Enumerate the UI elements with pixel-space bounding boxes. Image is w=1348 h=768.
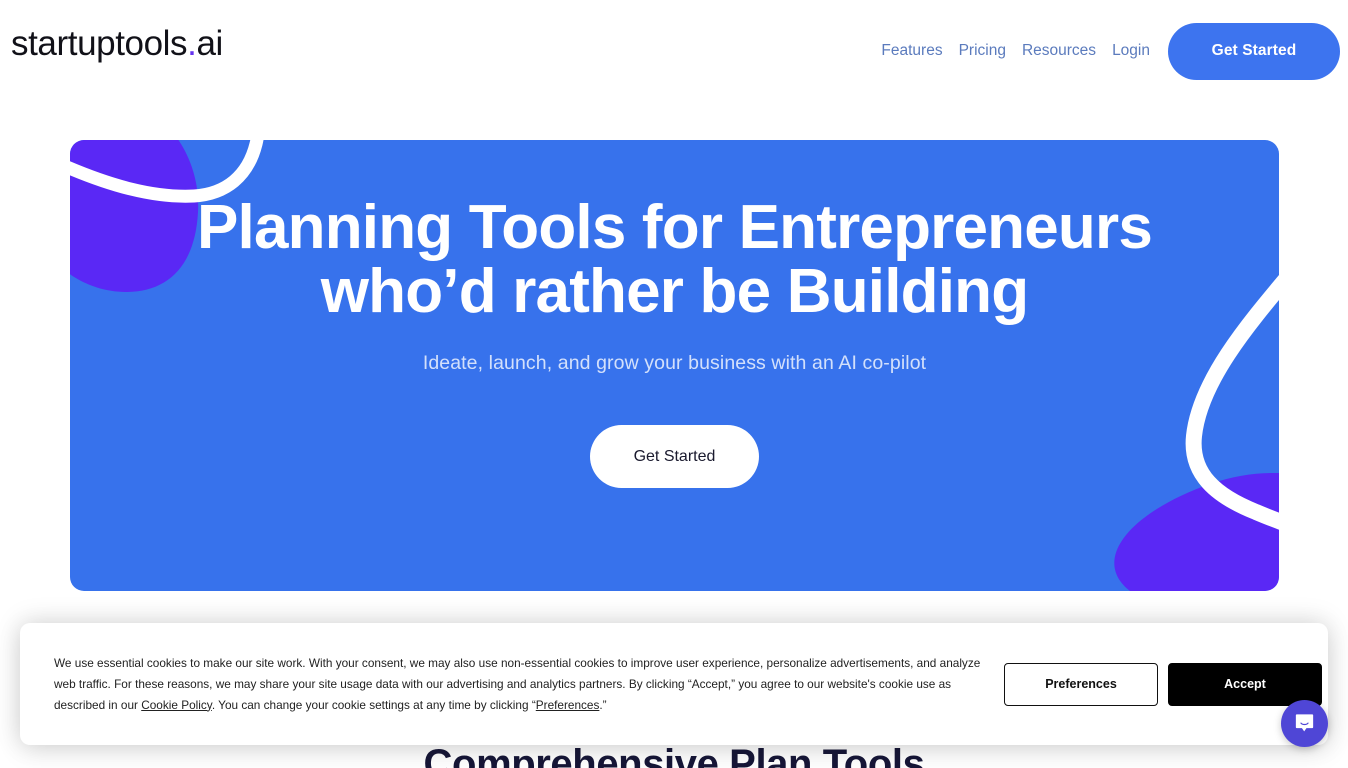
page-root: startuptools.ai Features Pricing Resourc… xyxy=(0,0,1348,768)
site-logo[interactable]: startuptools.ai xyxy=(11,26,223,61)
cookie-consent-banner: We use essential cookies to make our sit… xyxy=(20,623,1328,745)
nav-link-resources[interactable]: Resources xyxy=(1014,43,1104,59)
hero-title: Planning Tools for Entrepreneurs who’d r… xyxy=(125,196,1225,324)
cookie-preferences-link[interactable]: Preferences xyxy=(536,698,600,712)
next-section-heading: Comprehensive Plan Tools xyxy=(423,742,925,768)
cookie-consent-text: We use essential cookies to make our sit… xyxy=(54,653,984,716)
cookie-text-part-2: . You can change your cookie settings at… xyxy=(211,697,536,712)
cookie-text-part-3: .” xyxy=(599,697,607,712)
logo-tld: ai xyxy=(196,24,223,63)
nav-link-features[interactable]: Features xyxy=(873,43,950,59)
nav-link-login[interactable]: Login xyxy=(1104,43,1158,59)
cookie-banner-actions: Preferences Accept xyxy=(1004,662,1322,706)
main-navigation: Features Pricing Resources Login Get Sta… xyxy=(873,22,1340,80)
hero-title-line-1: Planning Tools for Entrepreneurs xyxy=(196,193,1153,262)
hero-content: Planning Tools for Entrepreneurs who’d r… xyxy=(70,140,1279,591)
header-get-started-button[interactable]: Get Started xyxy=(1168,22,1340,80)
preferences-button[interactable]: Preferences xyxy=(1004,662,1158,706)
hero-banner: Planning Tools for Entrepreneurs who’d r… xyxy=(70,140,1279,591)
site-header: startuptools.ai Features Pricing Resourc… xyxy=(0,0,1348,102)
cookie-policy-link[interactable]: Cookie Policy xyxy=(141,698,212,712)
accept-button[interactable]: Accept xyxy=(1168,662,1322,706)
hero-subtitle: Ideate, launch, and grow your business w… xyxy=(422,352,927,374)
hero-get-started-button[interactable]: Get Started xyxy=(590,425,759,488)
chat-bubble-icon xyxy=(1295,714,1314,732)
chat-launcher-button[interactable] xyxy=(1281,700,1328,747)
nav-link-pricing[interactable]: Pricing xyxy=(951,43,1014,59)
hero-title-line-2: who’d rather be Building xyxy=(320,257,1029,326)
logo-name: startuptools xyxy=(11,24,188,63)
